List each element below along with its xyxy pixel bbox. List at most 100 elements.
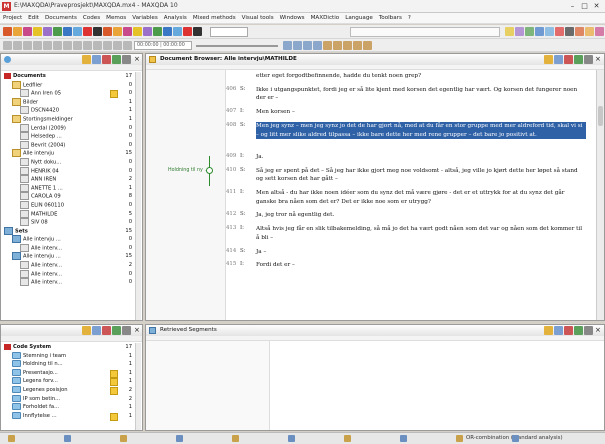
paragraph-text[interactable]: Så jeg er spent på det – Så jeg har ikke…	[256, 167, 586, 184]
document-scrollbar[interactable]	[596, 70, 604, 320]
toolbar-button-icon[interactable]	[525, 27, 534, 36]
media-button-icon[interactable]	[63, 41, 72, 50]
maximize-icon[interactable]: □	[579, 1, 590, 11]
pane-tool-icon[interactable]	[544, 326, 553, 335]
media-button-icon[interactable]	[13, 41, 22, 50]
toolbar-button-icon[interactable]	[163, 27, 172, 36]
toolbar-button-icon[interactable]	[123, 27, 132, 36]
toolbar-button-icon[interactable]	[43, 27, 52, 36]
pane-tool-icon[interactable]	[82, 55, 91, 64]
pane-tool-icon[interactable]	[554, 55, 563, 64]
document-text-area[interactable]: etter eget forgodtbefinnende, hadde du t…	[226, 72, 594, 320]
media-button-icon[interactable]	[23, 41, 32, 50]
menu-item-analysis[interactable]: Analysis	[161, 13, 190, 24]
paragraph-text[interactable]: Men altså - du har ikke noen idéer som d…	[256, 189, 586, 206]
document-tree-scrollbar[interactable]	[135, 72, 141, 320]
toolbar-button-icon[interactable]	[505, 27, 514, 36]
toolbar-button-icon[interactable]	[63, 27, 72, 36]
toolbar-button-icon[interactable]	[143, 27, 152, 36]
pane-tool-icon[interactable]	[564, 326, 573, 335]
tree-row[interactable]: Alle intervju ... 15	[4, 252, 132, 261]
menu-item-documents[interactable]: Documents	[42, 13, 80, 24]
tree-row[interactable]: ANETTE 1 ... 1	[4, 183, 132, 193]
format-button-icon[interactable]	[303, 41, 312, 50]
format-button-icon[interactable]	[363, 41, 372, 50]
tree-row[interactable]: Alle interv... 0	[4, 243, 132, 253]
tree-row[interactable]: Alle interv... 0	[4, 278, 132, 287]
paragraph-text[interactable]: Fordi det er –	[256, 261, 586, 270]
tree-item[interactable]: Code System	[4, 343, 51, 352]
tree-item[interactable]: Documents	[4, 72, 46, 81]
toolbar-button-icon[interactable]	[173, 27, 182, 36]
tree-row[interactable]: Nytt doku... 0	[4, 157, 132, 167]
toolbar-button-icon[interactable]	[515, 27, 524, 36]
tree-row[interactable]: Lerdal (2009) 0	[4, 123, 132, 133]
media-button-icon[interactable]	[53, 41, 62, 50]
paragraph-text[interactable]: Ja –	[256, 248, 586, 257]
memo-icon[interactable]	[110, 412, 118, 421]
pane-tool-icon[interactable]	[112, 326, 121, 335]
code-tree-scrollbar[interactable]	[135, 343, 141, 430]
tree-item[interactable]: Legens forv...	[12, 377, 58, 386]
format-button-icon[interactable]	[353, 41, 362, 50]
pane-tool-icon[interactable]	[82, 326, 91, 335]
tree-row[interactable]: Ledfiler 0	[4, 80, 132, 90]
media-button-icon[interactable]	[123, 41, 132, 50]
toolbar-button-icon[interactable]	[153, 27, 162, 36]
paragraph-text[interactable]: Ikke i utgangspunktet, fordi jeg er så l…	[256, 86, 586, 103]
tree-row[interactable]: Helsedep ... 0	[4, 132, 132, 141]
tree-row[interactable]: DSCN4420 1	[4, 106, 132, 115]
media-button-icon[interactable]	[73, 41, 82, 50]
tree-row[interactable]: Forholdet fa... 1	[4, 403, 132, 412]
menu-item-variables[interactable]: Variables	[129, 13, 161, 24]
toolbar-button-icon[interactable]	[193, 27, 202, 36]
close-icon[interactable]: ✕	[591, 1, 602, 11]
tree-row[interactable]: HENRIK 04 0	[4, 166, 132, 176]
toolbar-button-icon[interactable]	[3, 27, 12, 36]
toolbar-button-icon[interactable]	[13, 27, 22, 36]
tree-row[interactable]: ELIN 060110 0	[4, 200, 132, 210]
paragraph-text[interactable]: Men korsen –	[256, 108, 586, 117]
pane-tool-icon[interactable]	[584, 326, 593, 335]
pane-tool-icon[interactable]	[564, 55, 573, 64]
tree-row[interactable]: CAROLA 09 8	[4, 192, 132, 201]
scroll-thumb[interactable]	[598, 106, 603, 126]
tree-row[interactable]: Alle interv... 2	[4, 261, 132, 270]
pane-tool-icon[interactable]	[92, 326, 101, 335]
tree-row[interactable]: Alle intervju 15	[4, 149, 132, 158]
toolbar-button-icon[interactable]	[575, 27, 584, 36]
media-button-icon[interactable]	[93, 41, 102, 50]
close-pane-icon[interactable]: ×	[595, 326, 601, 334]
tree-row[interactable]: Presentasjo... 1	[4, 368, 132, 378]
minimize-icon[interactable]: –	[567, 1, 578, 11]
menu-item-windows[interactable]: Windows	[277, 13, 308, 24]
menu-item-visual-tools[interactable]: Visual tools	[239, 13, 277, 24]
toolbar-button-icon[interactable]	[545, 27, 554, 36]
toolbar-button-icon[interactable]	[23, 27, 32, 36]
close-pane-icon[interactable]: ×	[134, 326, 140, 334]
pane-tool-icon[interactable]	[122, 326, 131, 335]
pane-tool-icon[interactable]	[112, 55, 121, 64]
media-button-icon[interactable]	[43, 41, 52, 50]
tree-row[interactable]: Legenes posisjon 2	[4, 385, 132, 395]
toolbar-button-icon[interactable]	[33, 27, 42, 36]
toolbar-button-icon[interactable]	[565, 27, 574, 36]
pane-tool-icon[interactable]	[102, 55, 111, 64]
menu-item--[interactable]: ?	[405, 13, 414, 24]
paragraph-text[interactable]: etter eget forgodtbefinnende, hadde du t…	[256, 72, 586, 81]
toolbar-button-icon[interactable]	[73, 27, 82, 36]
code-stripe-label[interactable]: Holdning til ny ...	[168, 168, 209, 173]
tree-item[interactable]: Stemning i team	[12, 351, 66, 361]
tree-row[interactable]: Code System 17	[4, 343, 132, 352]
tree-row[interactable]: Bilder 1	[4, 97, 132, 107]
pane-tool-icon[interactable]	[92, 55, 101, 64]
pane-tool-icon[interactable]	[584, 55, 593, 64]
menu-item-language[interactable]: Language	[342, 13, 376, 24]
toolbar-button-icon[interactable]	[555, 27, 564, 36]
tree-row[interactable]: Bevrit (2004) 0	[4, 140, 132, 150]
tree-row[interactable]: SIV 08 0	[4, 218, 132, 227]
menu-item-maxdictio[interactable]: MAXDictio	[308, 13, 343, 24]
tree-row[interactable]: ANN IREN 2	[4, 175, 132, 184]
pane-tool-icon[interactable]	[544, 55, 553, 64]
tree-row[interactable]: MATHILDE 5	[4, 209, 132, 219]
